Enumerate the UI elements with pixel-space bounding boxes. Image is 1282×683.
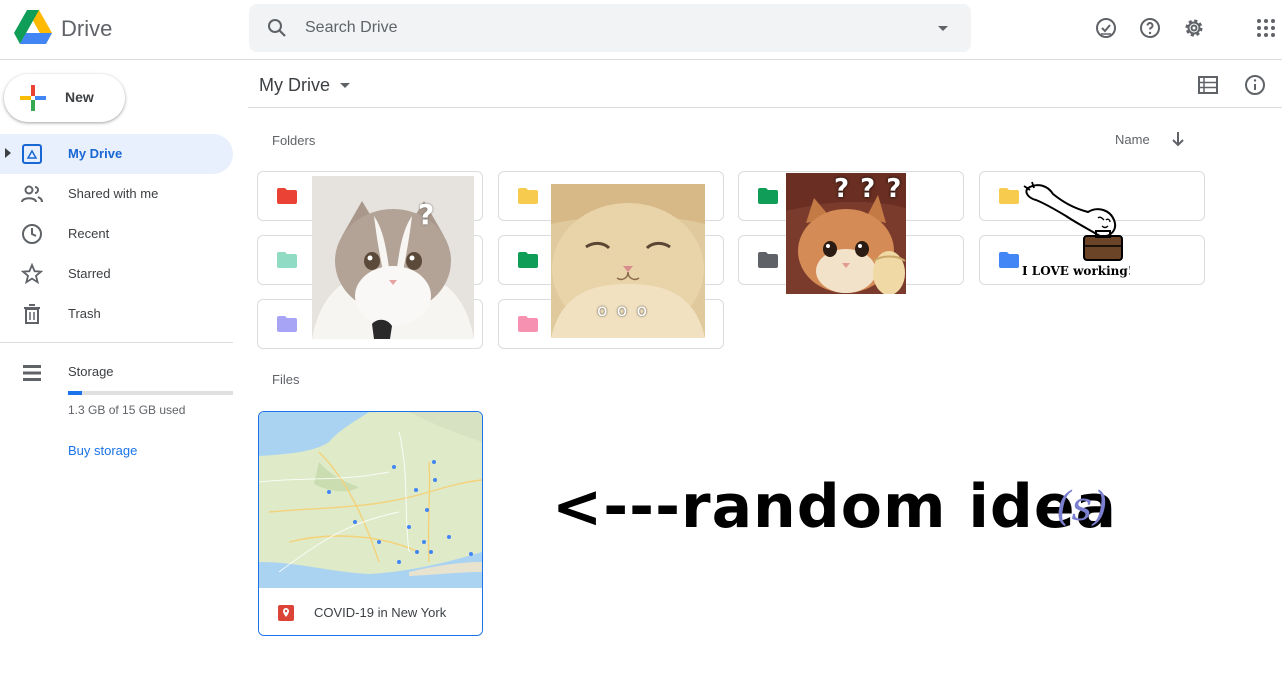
new-button-label: New — [65, 89, 94, 105]
list-view-icon[interactable] — [1198, 76, 1218, 94]
overlay-caption: <---random idea — [552, 472, 1118, 542]
folder-icon — [277, 316, 297, 332]
sort-by-name-button[interactable]: Name — [1115, 132, 1150, 147]
folder-icon — [518, 252, 538, 268]
sticker-working-text: I LOVE working! — [1022, 264, 1130, 278]
sidebar-item-label: Shared with me — [68, 186, 159, 201]
folder-icon — [518, 316, 538, 332]
buy-storage-link[interactable]: Buy storage — [68, 443, 137, 458]
expand-caret-icon[interactable] — [5, 148, 11, 158]
new-button[interactable]: New — [4, 74, 125, 122]
doodle-drawing — [1023, 181, 1123, 261]
file-card[interactable]: COVID-19 in New York — [258, 411, 483, 636]
folder-icon — [758, 188, 778, 204]
sidebar-item-recent[interactable]: Recent — [0, 214, 233, 254]
sidebar-divider — [0, 342, 233, 343]
overlay-caption-suffix: (s) — [1056, 484, 1108, 530]
folder-icon — [999, 188, 1019, 204]
sticker-dots-text: o o o — [597, 301, 650, 321]
sidebar-item-label: My Drive — [68, 146, 123, 161]
storage-icon — [23, 365, 41, 381]
storage-usage-fill — [68, 391, 83, 395]
location-bar: My Drive — [248, 61, 1282, 108]
search-bar[interactable] — [249, 4, 971, 52]
working-sticker: I LOVE working! — [1018, 180, 1130, 284]
folder-icon — [277, 188, 297, 204]
app-name[interactable]: Drive — [61, 16, 112, 42]
sidebar-item-shared[interactable]: Shared with me — [0, 174, 233, 214]
file-name: COVID-19 in New York — [314, 605, 447, 620]
cat-sticker-dots: o o o — [551, 184, 705, 338]
shared-icon — [21, 185, 43, 203]
sidebar-item-label: Starred — [68, 266, 111, 281]
star-icon — [21, 263, 43, 285]
cat-photo — [312, 176, 474, 339]
sidebar-item-trash[interactable]: Trash — [0, 294, 233, 334]
help-icon[interactable] — [1138, 16, 1162, 40]
app-header: Drive — [0, 0, 1282, 60]
search-icon[interactable] — [267, 18, 287, 38]
map-thumbnail — [259, 412, 482, 588]
storage-label[interactable]: Storage — [68, 364, 114, 379]
info-icon[interactable] — [1244, 74, 1266, 96]
sort-direction-arrow-icon[interactable] — [1170, 130, 1186, 148]
sidebar-item-label: Recent — [68, 226, 110, 241]
folder-icon — [758, 252, 778, 268]
storage-used-text: 1.3 GB of 15 GB used — [68, 403, 186, 417]
clock-icon — [22, 224, 42, 244]
sidebar-item-starred[interactable]: Starred — [0, 254, 233, 294]
my-drive-icon — [22, 144, 42, 164]
settings-icon[interactable] — [1182, 16, 1206, 40]
folder-icon — [999, 252, 1019, 268]
page-title[interactable]: My Drive — [259, 75, 330, 96]
ready-for-offline-icon[interactable] — [1094, 16, 1118, 40]
file-card-meta: COVID-19 in New York — [259, 588, 482, 635]
files-section-label: Files — [272, 372, 300, 387]
map-pin-icon — [278, 605, 294, 621]
sticker-question-text: ? — [418, 198, 435, 231]
storage-usage-bar — [68, 391, 233, 395]
sidebar-item-label: Trash — [68, 306, 101, 321]
trash-icon — [24, 304, 40, 324]
plus-icon — [20, 85, 46, 111]
search-options-icon[interactable] — [933, 18, 953, 38]
apps-grid-icon[interactable] — [1254, 16, 1278, 40]
chevron-down-icon[interactable] — [340, 83, 350, 88]
cat-sticker-question: ? — [312, 176, 474, 339]
folder-icon — [277, 252, 297, 268]
drive-logo-icon[interactable] — [14, 10, 52, 46]
sticker-qqq-text: ? ? ? — [834, 174, 903, 204]
sidebar-item-my-drive[interactable]: My Drive — [0, 134, 233, 174]
search-input[interactable] — [305, 4, 905, 52]
folders-section-label: Folders — [272, 133, 316, 148]
folder-icon — [518, 188, 538, 204]
cat-sticker-qqq: ? ? ? — [786, 173, 906, 294]
